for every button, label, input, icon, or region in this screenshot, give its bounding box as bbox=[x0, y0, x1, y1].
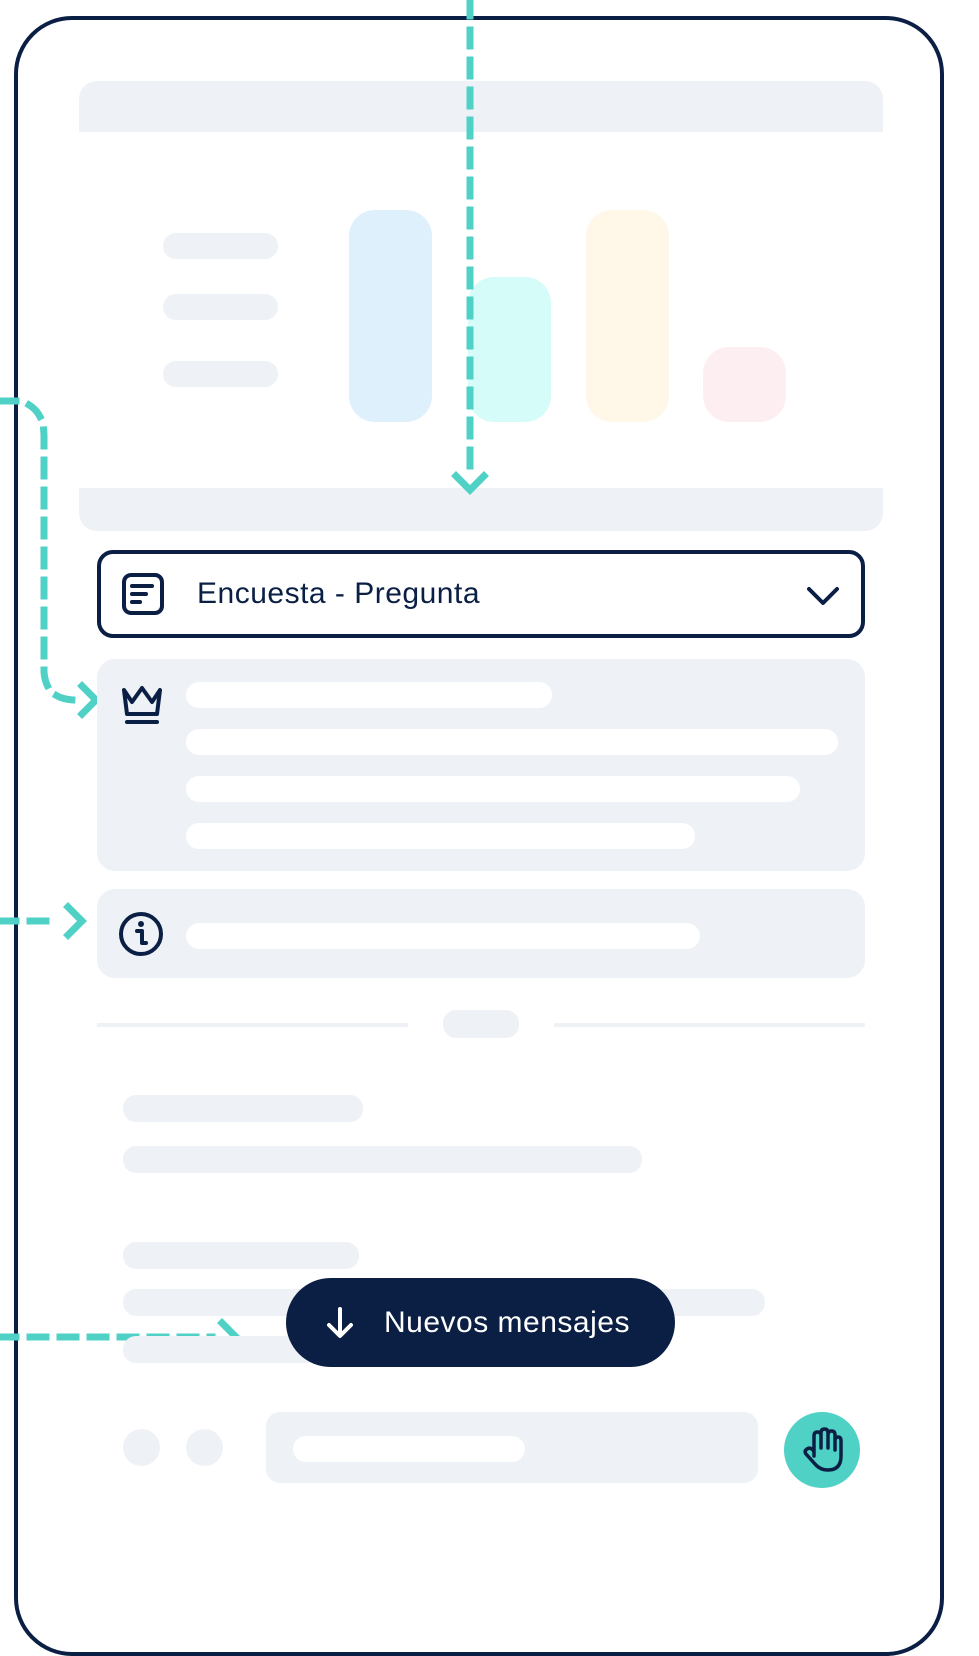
message-placeholder bbox=[123, 1146, 642, 1173]
survey-question-select[interactable]: Encuesta - Pregunta bbox=[97, 550, 865, 638]
divider-left bbox=[97, 1023, 408, 1027]
divider-right bbox=[554, 1023, 865, 1027]
text-placeholder bbox=[186, 729, 838, 755]
new-messages-label: Nuevos mensajes bbox=[384, 1306, 630, 1339]
info-card bbox=[97, 889, 865, 978]
raised-hand-icon bbox=[800, 1426, 846, 1474]
new-messages-button[interactable]: Nuevos mensajes bbox=[286, 1278, 675, 1367]
survey-document-icon bbox=[121, 572, 165, 616]
crown-icon bbox=[119, 681, 165, 725]
info-icon bbox=[117, 910, 165, 958]
text-placeholder bbox=[186, 682, 552, 708]
text-placeholder bbox=[186, 776, 800, 802]
survey-select-label: Encuesta - Pregunta bbox=[197, 577, 481, 610]
chevron-down-icon bbox=[805, 584, 841, 608]
text-placeholder bbox=[186, 923, 700, 949]
arrow-down-icon bbox=[324, 1306, 356, 1340]
text-placeholder bbox=[186, 823, 695, 849]
raise-hand-button[interactable] bbox=[784, 1412, 860, 1488]
reaction-placeholder bbox=[186, 1429, 223, 1466]
message-placeholder bbox=[123, 1242, 359, 1269]
message-input-placeholder[interactable] bbox=[266, 1412, 758, 1483]
divider-date-placeholder bbox=[443, 1010, 519, 1038]
input-text-placeholder bbox=[293, 1436, 525, 1462]
reaction-placeholder bbox=[123, 1429, 160, 1466]
featured-answer-card bbox=[97, 659, 865, 871]
message-placeholder bbox=[123, 1095, 363, 1122]
